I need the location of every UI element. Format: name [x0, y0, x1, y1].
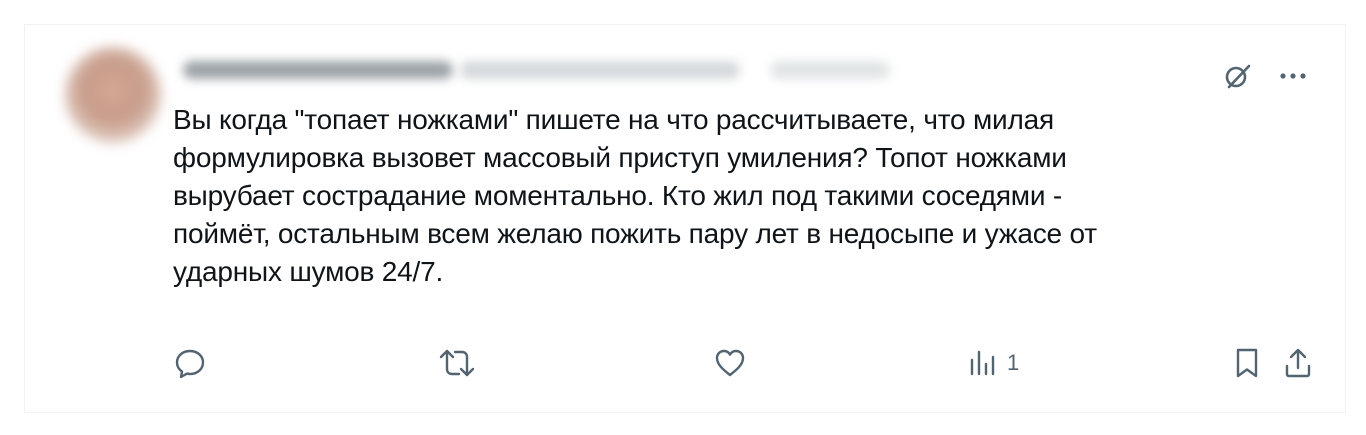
- author-handle-blurred[interactable]: [460, 61, 740, 79]
- bookmark-button[interactable]: [1233, 343, 1261, 383]
- tweet-text: Вы когда "топает ножками" пишете на что …: [173, 104, 1097, 287]
- retweet-icon: [437, 346, 477, 380]
- views-count: 1: [1007, 350, 1020, 375]
- like-button[interactable]: [713, 343, 747, 383]
- retweet-button[interactable]: [437, 343, 477, 383]
- more-icon[interactable]: [1279, 71, 1307, 81]
- author-name-blurred[interactable]: [183, 61, 453, 79]
- bookmark-icon: [1233, 346, 1261, 380]
- top-actions: [1223, 61, 1307, 91]
- reply-icon: [173, 346, 207, 380]
- timestamp-blurred[interactable]: [770, 61, 890, 79]
- share-button[interactable]: [1283, 343, 1313, 383]
- avatar[interactable]: [65, 47, 161, 143]
- grok-icon[interactable]: [1223, 61, 1253, 91]
- tweet-card[interactable]: Вы когда "топает ножками" пишете на что …: [24, 24, 1346, 413]
- heart-icon: [713, 346, 747, 380]
- author-line-blurred: [175, 55, 890, 85]
- views-icon: [969, 348, 997, 378]
- action-bar: 1: [173, 343, 1313, 383]
- reply-button[interactable]: [173, 343, 207, 383]
- views-button[interactable]: 1: [969, 343, 1019, 383]
- share-icon: [1283, 346, 1313, 380]
